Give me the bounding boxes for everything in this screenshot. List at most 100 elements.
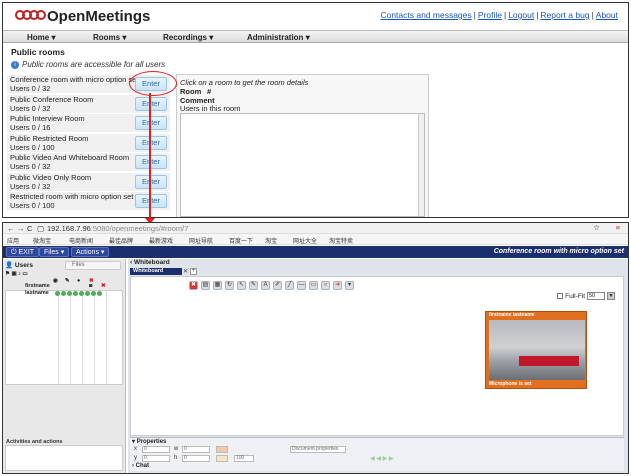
user-row[interactable]: firstname ◙ ✖ xyxy=(5,283,123,290)
openmeetings-logo[interactable]: OpenMeetings xyxy=(15,7,150,25)
tab-files[interactable]: Files xyxy=(65,261,121,270)
back-icon[interactable]: ← xyxy=(7,224,15,233)
tab-whiteboard[interactable]: Whiteboard xyxy=(130,268,182,275)
bookmark-item[interactable]: 应用 xyxy=(7,236,19,245)
users-in-room-list[interactable] xyxy=(180,113,425,217)
pointer-icon[interactable]: ↖ xyxy=(237,280,246,290)
highlighter-icon[interactable]: ✎ xyxy=(249,280,258,290)
user-row[interactable]: lastname xyxy=(5,290,123,297)
logo-rings-icon xyxy=(15,7,46,25)
whiteboard-canvas[interactable]: ✖ ▤ ▦ ↻ ↖ ✎ A ✐ ╱ — ▭ ○ ➜ ▾ Full-Fit 50 … xyxy=(130,276,624,436)
room-details-panel: Click on a room to get the room details … xyxy=(176,74,429,217)
exit-button[interactable]: ⏻ EXIT xyxy=(6,247,40,257)
moderator-icon[interactable]: ⚑ xyxy=(5,271,10,277)
url-field[interactable]: 192.168.7.96:5080/openmeetings/#room/7 xyxy=(47,224,188,233)
power-icon: ⏻ xyxy=(11,249,17,256)
profile-link[interactable]: Profile xyxy=(478,10,502,20)
bookmark-item[interactable]: 微淘宝 xyxy=(33,236,51,245)
refresh-icon[interactable]: ↻ xyxy=(225,280,234,290)
fill-swatch[interactable] xyxy=(216,455,228,462)
bookmark-item[interactable]: 淘宝 xyxy=(265,236,277,245)
conference-room-screen: ← → C ▢ 192.168.7.96:5080/openmeetings/#… xyxy=(2,222,629,474)
actions-menu-button[interactable]: Actions ▾ xyxy=(71,247,110,257)
menu-administration[interactable]: Administration ▾ xyxy=(247,33,310,42)
bookmark-item[interactable]: 最新游戏 xyxy=(149,236,173,245)
enter-button[interactable]: Enter xyxy=(135,116,167,130)
info-icon: i xyxy=(11,60,19,69)
arrow-icon[interactable]: ➜ xyxy=(333,280,342,290)
enter-button[interactable]: Enter xyxy=(135,175,167,189)
contacts-link[interactable]: Contacts and messages xyxy=(380,10,471,20)
enter-button[interactable]: Enter xyxy=(135,155,167,169)
forward-icon[interactable]: → xyxy=(17,224,25,233)
files-menu-button[interactable]: Files ▾ xyxy=(39,247,70,257)
y-input[interactable]: 0 xyxy=(142,455,170,462)
underline-icon[interactable]: — xyxy=(297,280,306,290)
bookmark-item[interactable]: 淘宝特卖 xyxy=(329,236,353,245)
logout-link[interactable]: Logout xyxy=(508,10,534,20)
screen-icon[interactable]: ▭ xyxy=(22,271,27,277)
ellipse-icon[interactable]: ○ xyxy=(321,280,330,290)
scrollbar[interactable] xyxy=(418,114,424,216)
color-swatch[interactable] xyxy=(216,446,228,453)
room-item[interactable]: Public Video Only Room Users 0 / 32 Ente… xyxy=(7,173,170,191)
room-toolbar: ⏻ EXIT Files ▾ Actions ▾ Conference room… xyxy=(3,246,628,258)
menu-rooms[interactable]: Rooms ▾ xyxy=(93,33,126,42)
about-link[interactable]: About xyxy=(596,10,618,20)
user-lastname: lastname xyxy=(25,290,49,296)
bookmark-star-icon[interactable]: ☆ xyxy=(593,223,600,232)
w-input[interactable]: 0 xyxy=(182,446,210,453)
room-item[interactable]: Public Video And Whiteboard Room Users 0… xyxy=(7,153,170,171)
close-icon[interactable]: ✖ xyxy=(101,283,106,289)
text-icon[interactable]: A xyxy=(261,280,270,290)
room-name: Public Interview Room xyxy=(10,114,85,123)
report-bug-link[interactable]: Report a bug xyxy=(540,10,589,20)
bookmark-item[interactable]: 电商新闻 xyxy=(69,236,93,245)
opacity-input[interactable]: 100 xyxy=(234,455,254,462)
menu-icon[interactable]: ≡ xyxy=(616,223,620,232)
room-item[interactable]: Restricted room with micro option set Us… xyxy=(7,192,170,210)
close-tab-icon[interactable]: ✕ xyxy=(183,268,188,275)
line-icon[interactable]: ╱ xyxy=(285,280,294,290)
chevron-down-icon[interactable]: ▼ xyxy=(607,292,615,300)
user-list xyxy=(5,290,123,385)
menu-recordings[interactable]: Recordings ▾ xyxy=(163,33,213,42)
enter-button[interactable]: Enter xyxy=(135,97,167,111)
room-item[interactable]: Public Restricted Room Users 0 / 100 Ent… xyxy=(7,134,170,152)
rectangle-icon[interactable]: ▭ xyxy=(309,280,318,290)
camera-icon[interactable]: ▣ xyxy=(11,271,16,277)
save-icon[interactable]: ▦ xyxy=(213,280,222,290)
room-users: Users 0 / 16 xyxy=(10,123,51,132)
navigation-arrows-icon[interactable]: ◀ ◀ ▶ ▶ xyxy=(370,455,393,462)
room-item[interactable]: Public Interview Room Users 0 / 16 Enter xyxy=(7,114,170,132)
bookmark-item[interactable]: 网址导航 xyxy=(189,236,213,245)
add-whiteboard-button[interactable]: + xyxy=(190,268,197,275)
camera-icon[interactable]: ◙ xyxy=(89,283,92,289)
browser-address-bar: ← → C ▢ 192.168.7.96:5080/openmeetings/#… xyxy=(3,223,628,234)
mic-icon[interactable]: ♪ xyxy=(18,271,21,277)
users-icon: 👤 xyxy=(5,262,14,269)
reload-icon[interactable]: C xyxy=(27,224,32,233)
more-icon[interactable]: ▾ xyxy=(345,280,354,290)
video-pod[interactable]: firstname lastname Microphone is set xyxy=(485,311,587,389)
zoom-select[interactable]: 50 xyxy=(587,292,605,300)
enter-button[interactable]: Enter xyxy=(135,136,167,150)
delete-icon[interactable]: ✖ xyxy=(189,280,198,290)
bookmarks-bar: 应用 微淘宝 电商新闻 最佳品牌 最新游戏 网址导航 百度一下 淘宝 网址大全 … xyxy=(3,234,628,245)
bookmark-item[interactable]: 百度一下 xyxy=(229,236,253,245)
chat-label[interactable]: › Chat xyxy=(132,463,149,469)
x-input[interactable]: 0 xyxy=(142,446,170,453)
menu-home[interactable]: Home ▾ xyxy=(27,33,55,42)
open-file-icon[interactable]: ▤ xyxy=(201,280,210,290)
full-fit-checkbox[interactable] xyxy=(557,293,564,299)
h-input[interactable]: 0 xyxy=(182,455,210,462)
whiteboard-toolbar: ✖ ▤ ▦ ↻ ↖ ✎ A ✐ ╱ — ▭ ○ ➜ ▾ xyxy=(189,280,354,290)
room-item[interactable]: Public Conference Room Users 0 / 32 Ente… xyxy=(7,95,170,113)
document-properties-field[interactable]: Document properties xyxy=(290,446,346,453)
bookmark-item[interactable]: 最佳品牌 xyxy=(109,236,133,245)
pen-icon[interactable]: ✐ xyxy=(273,280,282,290)
user-firstname: firstname xyxy=(25,283,50,289)
enter-button[interactable]: Enter xyxy=(135,194,167,208)
bookmark-item[interactable]: 网址大全 xyxy=(293,236,317,245)
room-name: Conference room with micro option set xyxy=(10,75,139,84)
